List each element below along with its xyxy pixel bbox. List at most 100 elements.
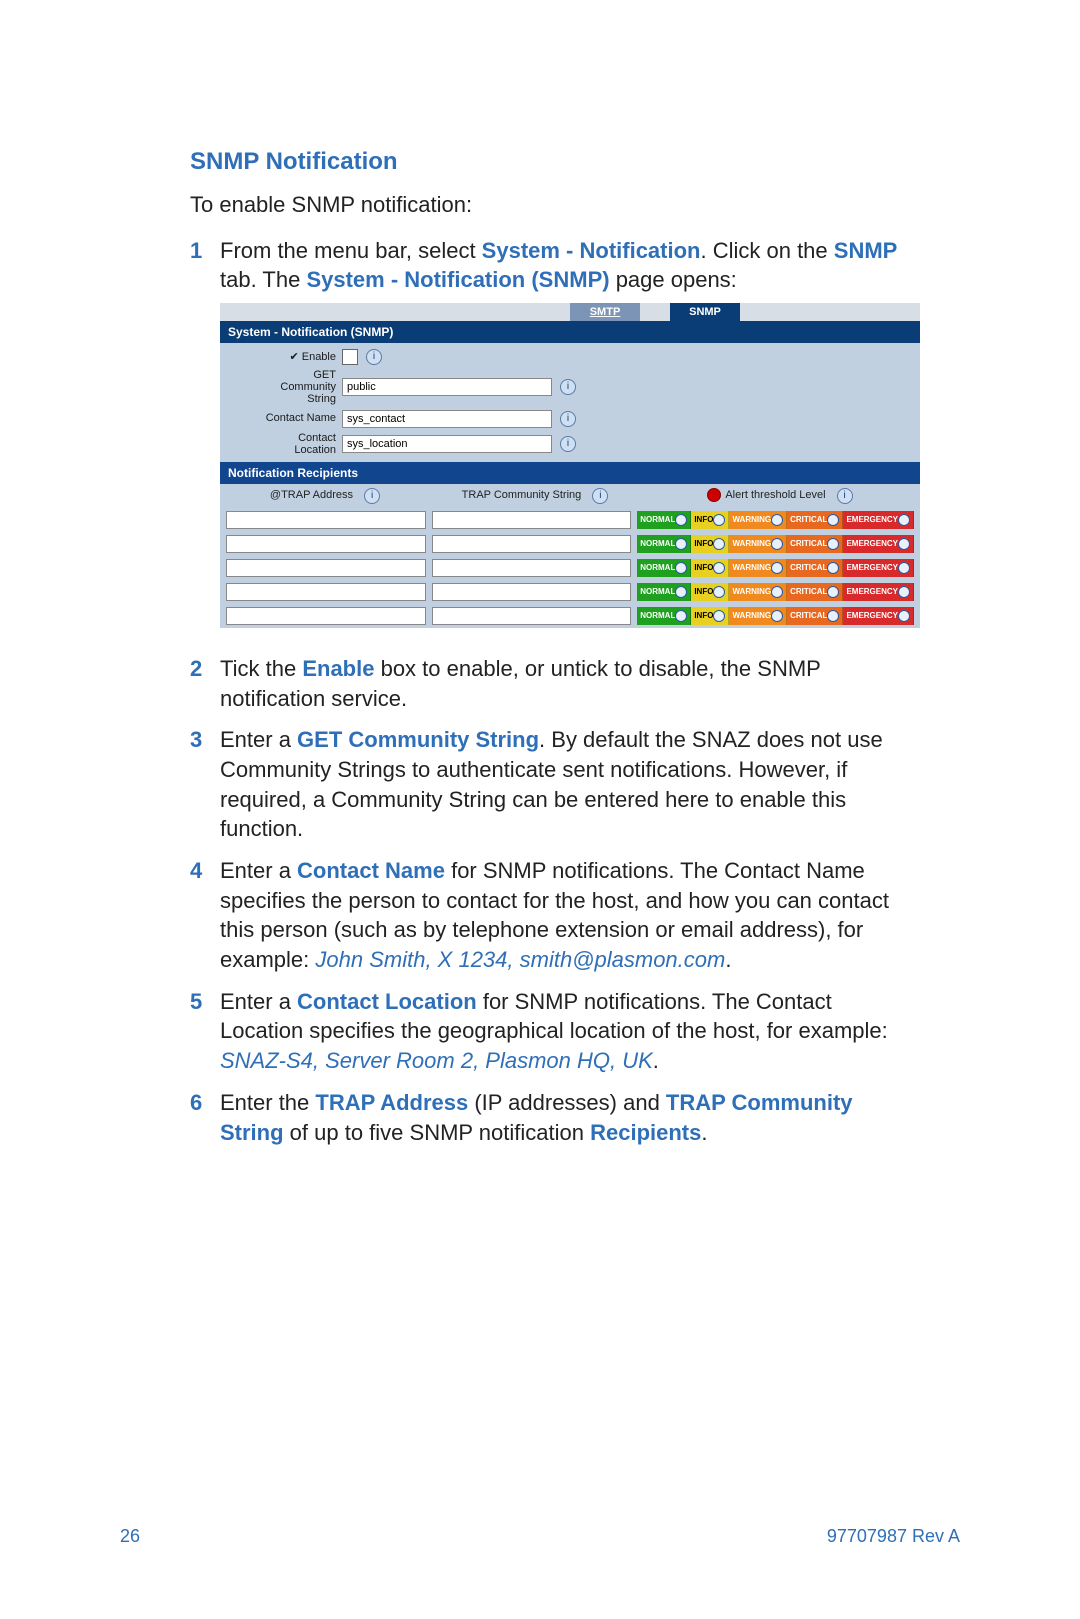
step-number: 3 [190, 725, 220, 753]
input-community-string[interactable] [342, 378, 552, 396]
radio-icon[interactable] [713, 514, 725, 526]
radio-icon[interactable] [675, 610, 687, 622]
level-warning[interactable]: WARNING [729, 607, 787, 625]
input-trap-community[interactable] [432, 583, 632, 601]
label-get-community-string: GET Community String [226, 369, 336, 405]
radio-icon[interactable] [713, 586, 725, 598]
radio-icon[interactable] [771, 538, 783, 550]
col-trap-address: @TRAP Address i [220, 488, 430, 504]
col-alert-level: Alert threshold Level i [640, 488, 920, 504]
label-line: Location [226, 444, 336, 456]
level-warning[interactable]: WARNING [729, 535, 787, 553]
term-get-community-string: GET Community String [297, 727, 539, 752]
input-trap-address[interactable] [226, 535, 426, 553]
info-icon[interactable]: i [560, 411, 576, 427]
doc-revision: 97707987 Rev A [827, 1526, 960, 1547]
level-info[interactable]: INFO [691, 535, 729, 553]
input-trap-address[interactable] [226, 511, 426, 529]
info-icon[interactable]: i [364, 488, 380, 504]
level-warning[interactable]: WARNING [729, 583, 787, 601]
radio-icon[interactable] [898, 514, 910, 526]
level-normal[interactable]: NORMAL [637, 583, 691, 601]
text: Tick the [220, 656, 302, 681]
level-critical[interactable]: CRITICAL [787, 607, 843, 625]
tab-snmp[interactable]: SNMP [670, 303, 740, 321]
level-normal[interactable]: NORMAL [637, 559, 691, 577]
input-trap-address[interactable] [226, 607, 426, 625]
level-normal[interactable]: NORMAL [637, 511, 691, 529]
input-contact-location[interactable] [342, 435, 552, 453]
label-enable: ✔ Enable [226, 351, 336, 363]
text: Enter a [220, 858, 297, 883]
info-icon[interactable]: i [560, 379, 576, 395]
radio-icon[interactable] [771, 586, 783, 598]
level-emergency[interactable]: EMERGENCY [843, 607, 914, 625]
radio-icon[interactable] [675, 562, 687, 574]
text: tab. The [220, 267, 306, 292]
label-line: String [226, 393, 336, 405]
radio-icon[interactable] [771, 610, 783, 622]
info-icon[interactable]: i [592, 488, 608, 504]
level-critical[interactable]: CRITICAL [787, 583, 843, 601]
level-info[interactable]: INFO [691, 583, 729, 601]
page-number: 26 [120, 1526, 140, 1547]
level-normal[interactable]: NORMAL [637, 607, 691, 625]
alert-icon [707, 488, 721, 502]
input-contact-name[interactable] [342, 410, 552, 428]
info-icon[interactable]: i [560, 436, 576, 452]
radio-icon[interactable] [675, 514, 687, 526]
level-emergency[interactable]: EMERGENCY [843, 583, 914, 601]
level-info[interactable]: INFO [691, 607, 729, 625]
checkbox-enable[interactable] [342, 349, 358, 365]
radio-icon[interactable] [713, 562, 725, 574]
level-critical[interactable]: CRITICAL [787, 559, 843, 577]
input-trap-address[interactable] [226, 559, 426, 577]
info-icon[interactable]: i [837, 488, 853, 504]
level-info[interactable]: INFO [691, 511, 729, 529]
level-emergency[interactable]: EMERGENCY [843, 511, 914, 529]
text: Enter a [220, 989, 297, 1014]
radio-icon[interactable] [771, 514, 783, 526]
radio-icon[interactable] [827, 514, 839, 526]
recipients-header-bar: Notification Recipients [220, 462, 920, 484]
level-warning[interactable]: WARNING [729, 559, 787, 577]
radio-icon[interactable] [898, 610, 910, 622]
level-critical[interactable]: CRITICAL [787, 535, 843, 553]
term-trap-address: TRAP Address [315, 1090, 468, 1115]
recipients-column-header: @TRAP Address i TRAP Community String i … [220, 484, 920, 508]
level-normal[interactable]: NORMAL [637, 535, 691, 553]
radio-icon[interactable] [771, 562, 783, 574]
input-trap-community[interactable] [432, 511, 632, 529]
radio-icon[interactable] [675, 538, 687, 550]
tab-smtp[interactable]: SMTP [570, 303, 640, 321]
radio-icon[interactable] [827, 586, 839, 598]
radio-icon[interactable] [898, 538, 910, 550]
info-icon[interactable]: i [366, 349, 382, 365]
input-trap-community[interactable] [432, 535, 632, 553]
recipient-row: NORMALINFOWARNINGCRITICALEMERGENCY [220, 508, 920, 532]
level-warning[interactable]: WARNING [729, 511, 787, 529]
radio-icon[interactable] [713, 610, 725, 622]
level-info[interactable]: INFO [691, 559, 729, 577]
text: Enter the [220, 1090, 315, 1115]
radio-icon[interactable] [898, 586, 910, 598]
level-emergency[interactable]: EMERGENCY [843, 559, 914, 577]
text: (IP addresses) and [468, 1090, 666, 1115]
col-label: Alert threshold Level [725, 489, 825, 501]
text: . [725, 947, 731, 972]
level-critical[interactable]: CRITICAL [787, 511, 843, 529]
input-trap-community[interactable] [432, 559, 632, 577]
level-emergency[interactable]: EMERGENCY [843, 535, 914, 553]
section-heading: SNMP Notification [190, 148, 890, 176]
input-trap-address[interactable] [226, 583, 426, 601]
radio-icon[interactable] [675, 586, 687, 598]
instruction-list: 1 From the menu bar, select System - Not… [190, 236, 890, 1148]
label-line: GET [226, 369, 336, 381]
radio-icon[interactable] [827, 538, 839, 550]
intro-text: To enable SNMP notification: [190, 190, 890, 220]
radio-icon[interactable] [827, 610, 839, 622]
input-trap-community[interactable] [432, 607, 632, 625]
radio-icon[interactable] [898, 562, 910, 574]
radio-icon[interactable] [713, 538, 725, 550]
radio-icon[interactable] [827, 562, 839, 574]
